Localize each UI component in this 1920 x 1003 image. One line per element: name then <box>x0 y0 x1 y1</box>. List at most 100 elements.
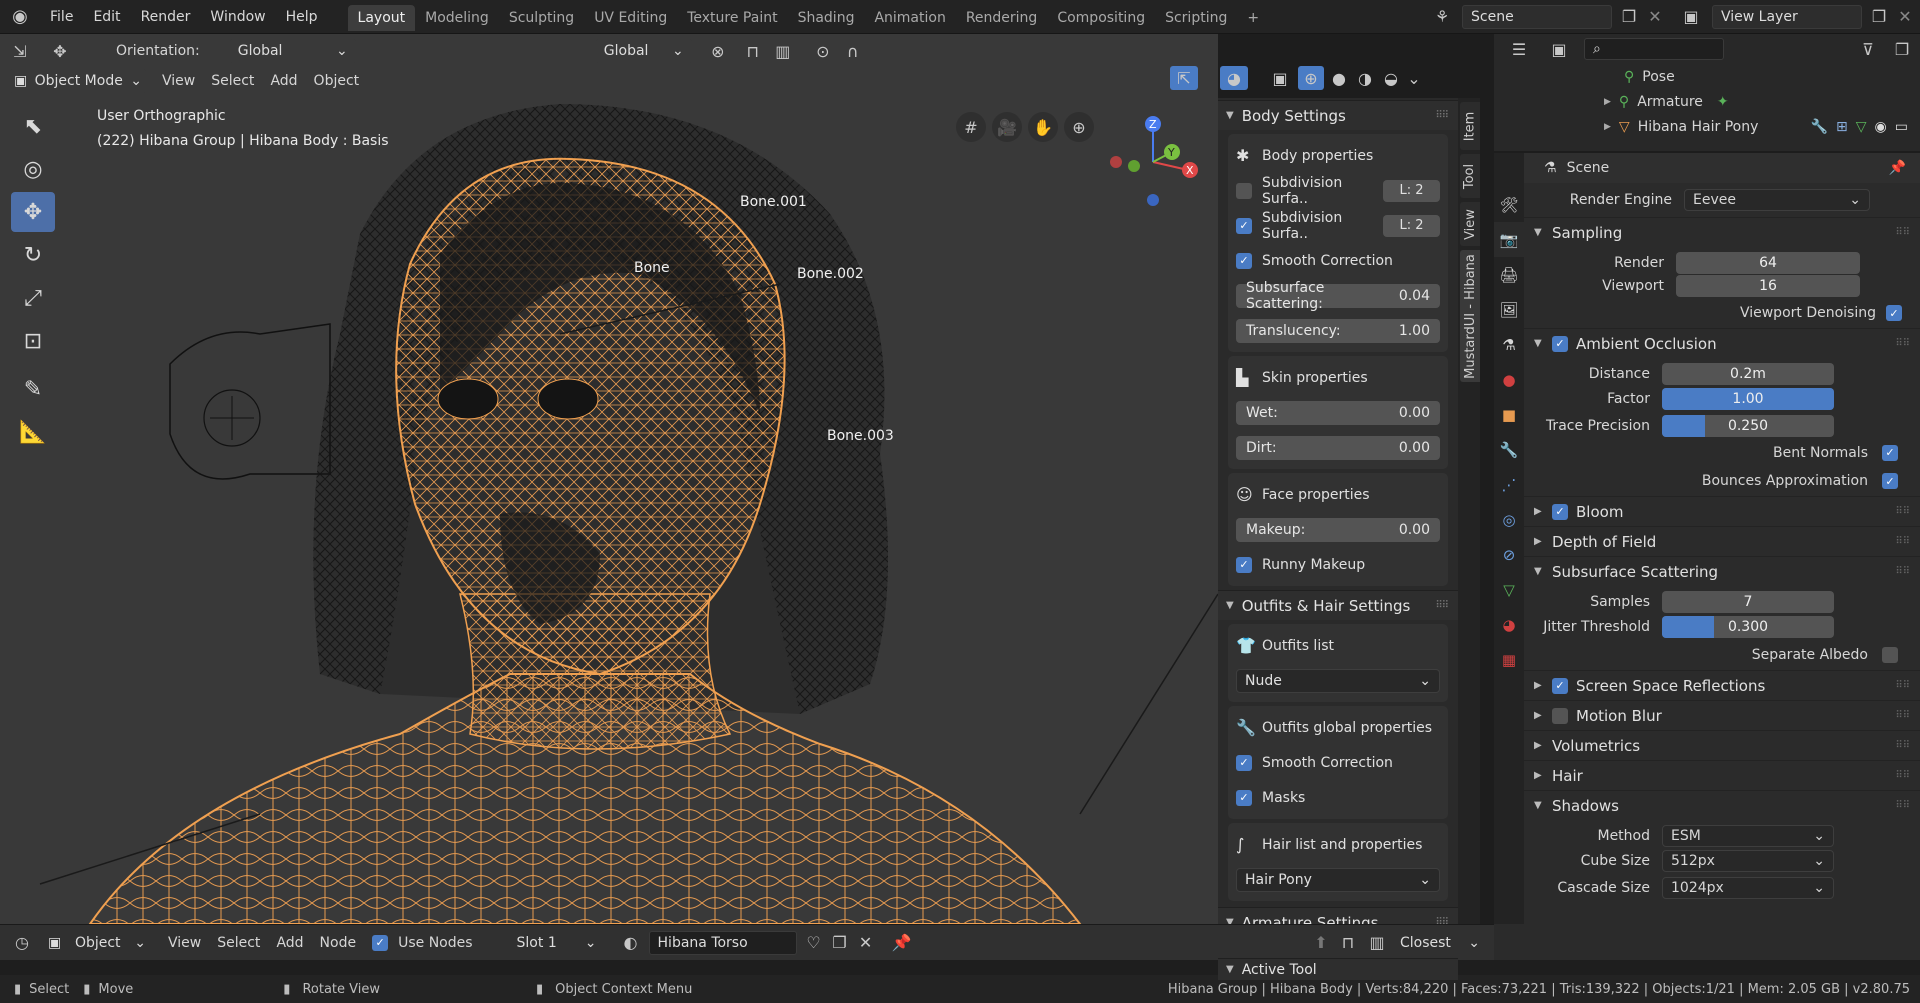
pan-hand-icon[interactable]: ✋ <box>1028 112 1058 142</box>
tool-icon[interactable]: ⇲ <box>0 42 40 61</box>
snap-icon[interactable]: ⊓ <box>738 42 768 61</box>
snap-icon[interactable]: ⊓ <box>1334 933 1362 952</box>
node-menu-view[interactable]: View <box>160 931 209 955</box>
subdivision-row-1[interactable]: Subdivision Surfa.. L: 2 <box>1236 173 1440 208</box>
zoom-icon[interactable]: ⊕ <box>1064 112 1094 142</box>
sss-header[interactable]: ▼ Subsurface Scattering ⠿⠿ <box>1524 556 1920 586</box>
output-properties-icon[interactable]: 🖨 <box>1494 257 1524 292</box>
data-properties-icon[interactable]: ▽ <box>1494 572 1524 607</box>
ambient-occlusion-header[interactable]: ▼ ✓ Ambient Occlusion ⠿⠿ <box>1524 328 1920 358</box>
new-scene-icon[interactable]: ❐ <box>1618 7 1640 26</box>
tab-rendering[interactable]: Rendering <box>956 5 1048 31</box>
translucency-slider[interactable]: Translucency: 1.00 <box>1236 318 1440 343</box>
render-samples-field[interactable]: 64 <box>1676 251 1860 274</box>
drag-handle-icon[interactable]: ⠿⠿ <box>1895 536 1910 547</box>
move-tool-icon[interactable]: ✥ <box>11 192 55 232</box>
pivot-icon[interactable]: ⊗ <box>698 42 738 61</box>
armature-header[interactable]: ▼ Armature Settings ⠿⠿ <box>1218 907 1458 924</box>
view-layer-properties-icon[interactable]: 🖼 <box>1494 292 1524 327</box>
annotate-tool-icon[interactable]: ✎ <box>11 369 55 409</box>
drag-handle-icon[interactable]: ⠿⠿ <box>1895 740 1910 751</box>
chevron-down-icon[interactable]: ⌄ <box>1406 69 1422 88</box>
transform-orientation-dropdown[interactable]: Global ⌄ <box>595 39 692 63</box>
drag-handle-icon[interactable]: ⠿⠿ <box>1435 917 1449 924</box>
slot-dropdown[interactable]: Slot 1 ⌄ <box>508 930 605 955</box>
tab-view[interactable]: View <box>1460 202 1480 246</box>
wireframe-shading-icon[interactable]: ⊕ <box>1298 66 1324 90</box>
3d-viewport[interactable]: ⇲ ✥ Orientation: Global ⌄ Global ⌄ ⊗ ⊓ ▥ ⊙… <box>0 34 1218 924</box>
parent-node-icon[interactable]: ⬆ <box>1308 933 1334 952</box>
drag-handle-icon[interactable]: ⠿⠿ <box>1895 770 1910 781</box>
transform-tool-icon[interactable]: ⊡ <box>11 321 55 361</box>
volumetrics-header[interactable]: ▶ Volumetrics ⠿⠿ <box>1524 730 1920 760</box>
transform-tool-icon[interactable]: ✥ <box>40 42 80 61</box>
denoise-checkbox[interactable]: ✓ <box>1886 305 1902 321</box>
fake-user-icon[interactable]: ♡ <box>801 933 827 952</box>
tab-compositing[interactable]: Compositing <box>1047 5 1155 31</box>
separate-albedo-row[interactable]: Separate Albedo <box>1524 640 1920 670</box>
visibility-icon[interactable]: ◉ <box>1875 119 1887 135</box>
tab-scripting[interactable]: Scripting <box>1155 5 1237 31</box>
pin-icon[interactable]: 📌 <box>887 933 917 952</box>
use-nodes-toggle[interactable]: ✓ Use Nodes <box>372 934 473 951</box>
solid-shading-icon[interactable]: ● <box>1328 69 1350 88</box>
drag-handle-icon[interactable]: ⠿⠿ <box>1435 110 1449 121</box>
outfit-smooth-correction-checkbox[interactable]: ✓ <box>1236 754 1252 771</box>
material-shading-icon[interactable]: ◑ <box>1354 69 1376 88</box>
hair-dropdown[interactable]: Hair Pony ⌄ <box>1236 867 1440 892</box>
render-properties-icon[interactable]: 📷 <box>1494 222 1524 257</box>
cascade-size-dropdown[interactable]: 1024px ⌄ <box>1662 876 1834 899</box>
rendered-shading-icon[interactable]: ◒ <box>1380 69 1402 88</box>
tab-mustardui[interactable]: MustardUI - Hibana <box>1460 250 1480 382</box>
tab-uv-editing[interactable]: UV Editing <box>584 5 677 31</box>
separate-albedo-checkbox[interactable] <box>1882 647 1898 663</box>
masks-checkbox[interactable]: ✓ <box>1236 789 1252 806</box>
subdivision-checkbox-2[interactable]: ✓ <box>1236 217 1252 234</box>
filter-icon[interactable]: ⊽ <box>1856 40 1880 59</box>
drag-handle-icon[interactable]: ⠿⠿ <box>1895 680 1910 691</box>
grid-toggle-icon[interactable]: # <box>956 112 986 142</box>
navigation-gizmo[interactable]: Z Y X <box>1100 104 1210 214</box>
pin-icon[interactable]: 📌 <box>1889 160 1906 176</box>
tab-item[interactable]: Item <box>1460 102 1480 150</box>
scene-properties-icon[interactable]: ⚗ <box>1494 327 1524 362</box>
node-type-dropdown[interactable]: ▣ Object ⌄ <box>44 930 150 955</box>
delete-view-layer-icon[interactable]: ✕ <box>1894 7 1916 26</box>
hair-header[interactable]: ▶ Hair ⠿⠿ <box>1524 760 1920 790</box>
node-menu-select[interactable]: Select <box>209 931 268 955</box>
ao-checkbox[interactable]: ✓ <box>1552 335 1568 352</box>
drag-handle-icon[interactable]: ⠿⠿ <box>1895 338 1910 349</box>
shadows-header[interactable]: ▼ Shadows ⠿⠿ <box>1524 790 1920 820</box>
gizmo-toggle-icon[interactable]: ⇱ <box>1170 66 1198 90</box>
ssr-checkbox[interactable]: ✓ <box>1552 677 1568 694</box>
measure-tool-icon[interactable]: 📐 <box>11 412 55 452</box>
falloff-icon[interactable]: ∩ <box>838 42 868 61</box>
orientation-dropdown[interactable]: Global ⌄ <box>229 39 356 63</box>
particles-properties-icon[interactable]: ⋰ <box>1494 467 1524 502</box>
mode-dropdown[interactable]: ▣ Object Mode ⌄ <box>10 69 146 93</box>
new-collection-icon[interactable]: ❐ <box>1890 40 1914 59</box>
modifier-properties-icon[interactable]: 🔧 <box>1494 432 1524 467</box>
ssr-header[interactable]: ▶ ✓ Screen Space Reflections ⠿⠿ <box>1524 670 1920 700</box>
denoise-row[interactable]: Viewport Denoising ✓ <box>1524 298 1920 328</box>
tab-shading[interactable]: Shading <box>788 5 865 31</box>
sampling-header[interactable]: ▼ Sampling ⠿⠿ <box>1524 217 1920 247</box>
outfit-dropdown[interactable]: Nude ⌄ <box>1236 668 1440 693</box>
delete-scene-icon[interactable]: ✕ <box>1644 7 1666 26</box>
bounces-checkbox[interactable]: ✓ <box>1882 473 1898 489</box>
modifier-icon[interactable]: 🔧 <box>1811 119 1828 135</box>
dirt-slider[interactable]: Dirt: 0.00 <box>1236 435 1440 460</box>
menu-render[interactable]: Render <box>131 0 201 34</box>
drag-handle-icon[interactable]: ⠿⠿ <box>1895 566 1910 577</box>
subdivision-row-2[interactable]: ✓ Subdivision Surfa.. L: 2 <box>1236 208 1440 243</box>
viewport-samples-field[interactable]: 16 <box>1676 275 1860 297</box>
snap-element-icon[interactable]: ▥ <box>1362 933 1392 952</box>
smooth-correction-checkbox[interactable]: ✓ <box>1236 252 1252 269</box>
outliner-search-input[interactable]: ⌕ <box>1584 38 1724 60</box>
outliner-item[interactable]: ▶ ▽ Hibana Hair Pony 🔧 ⊞ ▽ ◉ ▭ <box>1494 114 1920 139</box>
body-settings-header[interactable]: ▼ Body Settings ⠿⠿ <box>1218 100 1458 130</box>
rotate-tool-icon[interactable]: ↻ <box>11 235 55 275</box>
world-properties-icon[interactable]: ● <box>1494 362 1524 397</box>
editor-type-icon[interactable]: ☰ <box>1504 40 1534 59</box>
xray-toggle-icon[interactable]: ▣ <box>1266 66 1294 90</box>
